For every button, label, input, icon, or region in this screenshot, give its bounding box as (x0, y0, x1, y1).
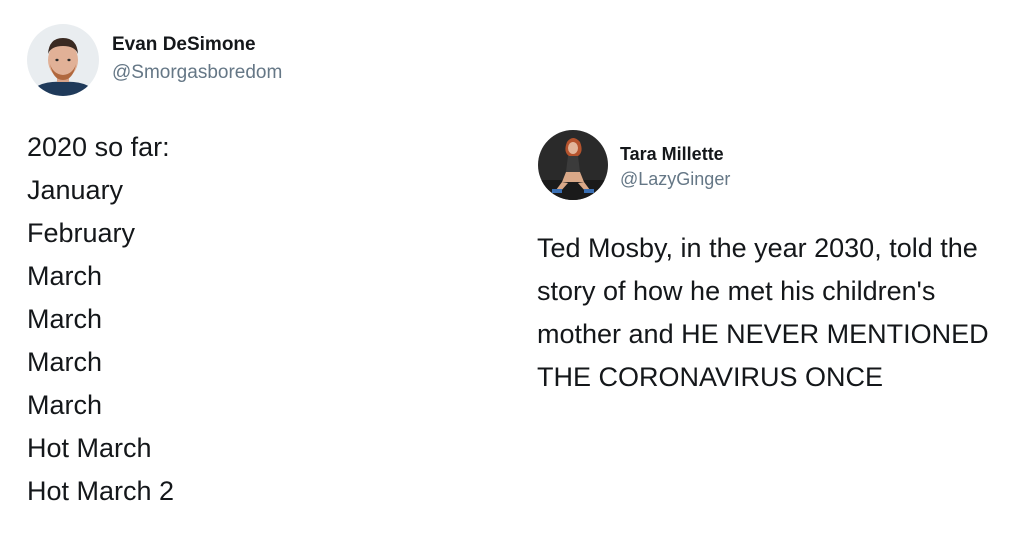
tweet-line: March (27, 261, 103, 291)
avatar[interactable] (27, 24, 99, 96)
tweet-line: January (27, 175, 124, 205)
tweet-line: 2020 so far: (27, 132, 170, 162)
author-name[interactable]: Tara Millette (620, 144, 724, 165)
tweet-text: 2020 so far: January February March Marc… (27, 126, 174, 513)
tweet-line: Hot March 2 (27, 476, 175, 506)
tweet-tara-millette: Tara Millette @LazyGinger Ted Mosby, in … (520, 0, 1024, 536)
avatar[interactable] (538, 130, 608, 200)
tweet-line: March (27, 304, 103, 334)
tweet-line: March (27, 347, 103, 377)
tweet-line: March (27, 390, 103, 420)
tweet-evan-desimone: Evan DeSimone @Smorgasboredom 2020 so fa… (0, 0, 520, 536)
profile-photo-man-icon (27, 24, 99, 96)
tweet-text: Ted Mosby, in the year 2030, told the st… (537, 233, 989, 392)
author-handle[interactable]: @LazyGinger (620, 169, 730, 190)
profile-photo-woman-icon (538, 130, 608, 200)
tweet-line: February (27, 218, 136, 248)
author-handle[interactable]: @Smorgasboredom (112, 62, 282, 84)
tweet-line: Hot March (27, 433, 152, 463)
author-name[interactable]: Evan DeSimone (112, 34, 256, 56)
